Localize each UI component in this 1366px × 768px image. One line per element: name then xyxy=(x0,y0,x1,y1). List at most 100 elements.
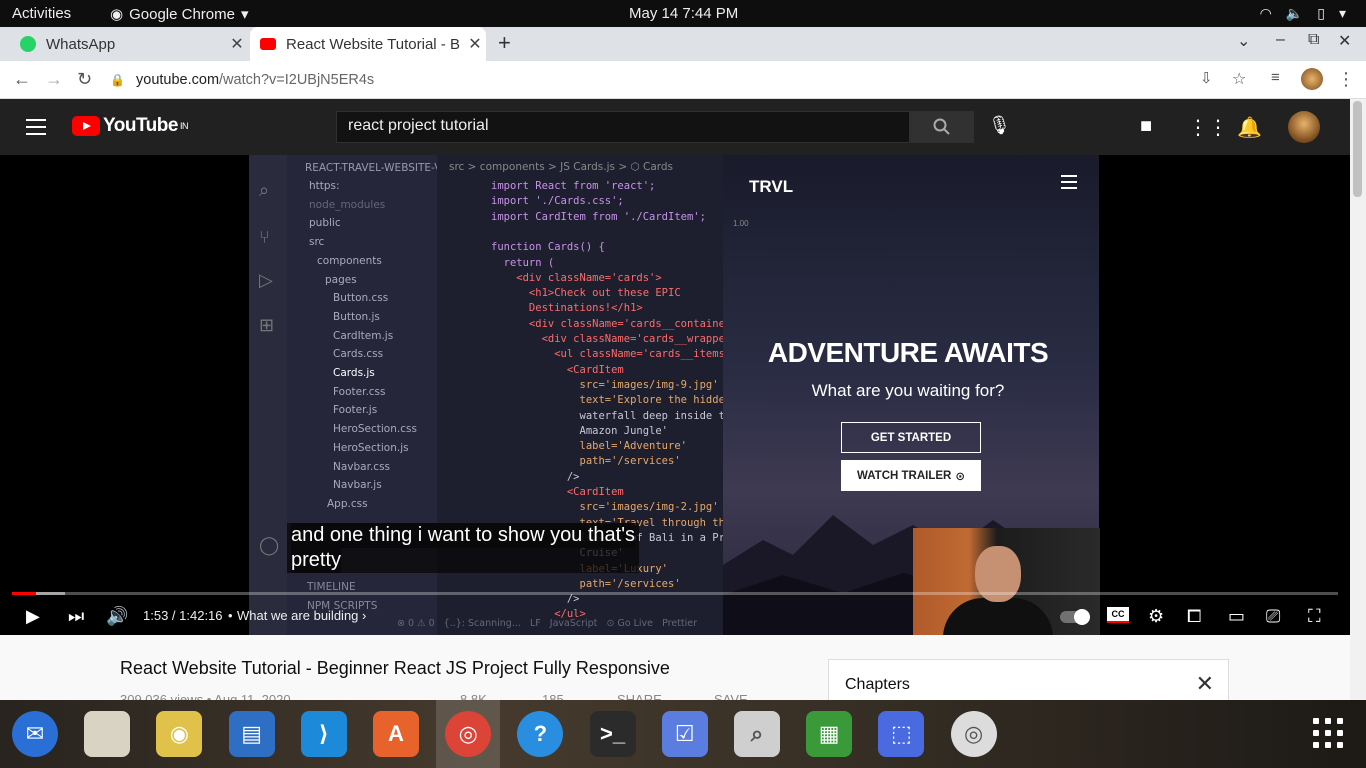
explorer-item: src xyxy=(309,236,325,249)
search-input[interactable]: react project tutorial xyxy=(336,111,910,143)
close-tab-icon[interactable]: ✕ xyxy=(226,34,248,54)
calc-icon[interactable]: ▦ xyxy=(806,711,853,757)
search-icon xyxy=(933,118,950,135)
terminal-icon[interactable]: >_ xyxy=(589,711,636,757)
player-controls: ▶ ⏭ 🔊 1:53 / 1:42:16 • What we are build… xyxy=(0,600,1350,635)
writer-icon[interactable]: ▤ xyxy=(228,711,275,757)
explorer-item: Footer.css xyxy=(333,385,386,398)
chrome-menu-icon[interactable]: ⋮ xyxy=(1337,69,1355,90)
apps-grid-icon[interactable]: ⋮⋮ xyxy=(1188,115,1228,140)
app-menu[interactable]: ◉ Google Chrome ▾ xyxy=(110,5,249,24)
system-tray[interactable]: ◠ 🔈 ▯ ▾ xyxy=(1260,5,1346,22)
screenshot-icon[interactable]: ⬚ xyxy=(878,711,925,757)
profile-avatar[interactable] xyxy=(1301,68,1323,90)
grid-dot xyxy=(1337,718,1343,724)
video-player[interactable]: ⌕ ⑂ ▷ ⊞ ◯ REACT-TRAVEL-WEBSITE-V1 https: n… xyxy=(0,155,1350,635)
tab-youtube[interactable]: React Website Tutorial - B ✕ xyxy=(250,27,486,61)
show-apps-icon[interactable] xyxy=(1313,718,1343,748)
youtube-icon xyxy=(260,38,276,50)
explorer-item: Cards.css xyxy=(333,348,384,361)
theater-mode-icon[interactable]: ▭ xyxy=(1228,606,1245,627)
explorer-item: components xyxy=(317,254,382,267)
fullscreen-icon[interactable]: ⛶ xyxy=(1308,606,1321,627)
get-started-button: GET STARTED xyxy=(841,422,981,453)
progress-bar[interactable] xyxy=(12,592,1338,595)
notifications-bell-icon[interactable]: 🔔 xyxy=(1237,115,1262,140)
thunderbird-icon[interactable]: ✉ xyxy=(12,711,58,757)
region-code: IN xyxy=(179,121,189,131)
search-button[interactable] xyxy=(910,111,974,143)
settings-gear-icon[interactable]: ⚙ xyxy=(1148,606,1164,627)
volume-button[interactable]: 🔊 xyxy=(106,606,128,627)
explorer-item: HeroSection.css xyxy=(333,423,417,436)
grid-dot xyxy=(1337,730,1343,736)
page-scrollbar[interactable] xyxy=(1350,99,1366,700)
code-line: label='Adventure' xyxy=(491,440,687,453)
files-icon[interactable] xyxy=(84,711,131,757)
restore-button[interactable]: ⧉ xyxy=(1308,31,1319,49)
omnibox[interactable]: 🔒 youtube.com/watch?v=I2UBjN5ER4s xyxy=(110,65,1260,95)
vscode-icon[interactable]: ⟩ xyxy=(300,711,347,757)
url-host: youtube.com xyxy=(136,72,220,88)
search-icon: ⌕ xyxy=(259,180,270,200)
software-icon[interactable]: A xyxy=(373,711,419,757)
mic-icon[interactable]: 🎙 xyxy=(988,115,1011,136)
caption-line-2: pretty xyxy=(291,548,342,573)
create-video-icon[interactable]: ■ xyxy=(1140,115,1152,138)
explorer-item: CardItem.js xyxy=(333,329,394,342)
image-viewer-icon[interactable]: ⌕ xyxy=(734,711,780,757)
forward-button[interactable]: → xyxy=(45,69,63,90)
hero-title: ADVENTURE AWAITS xyxy=(767,337,1049,368)
install-icon[interactable]: ⇩ xyxy=(1200,69,1213,87)
tab-whatsapp[interactable]: WhatsApp ✕ xyxy=(10,27,248,61)
new-tab-button[interactable]: + xyxy=(498,30,511,56)
play-button[interactable]: ▶ xyxy=(26,606,40,627)
grid-dot xyxy=(1313,718,1319,724)
menu-icon[interactable] xyxy=(26,119,46,135)
back-button[interactable]: ← xyxy=(13,69,31,90)
tab-search-icon[interactable]: ⌄ xyxy=(1237,31,1250,51)
play-circle-icon: ⊙ xyxy=(955,470,965,483)
miniplayer-icon[interactable]: ⧠ xyxy=(1187,606,1201,627)
cast-icon[interactable]: ⎚ xyxy=(1266,606,1280,627)
system-top-bar: Activities ◉ Google Chrome ▾ May 14 7:44… xyxy=(0,0,1366,27)
chrome-icon[interactable]: ◎ xyxy=(445,711,492,757)
site-menu-icon xyxy=(1061,175,1077,189)
avatar[interactable] xyxy=(1288,111,1320,143)
autoplay-toggle[interactable] xyxy=(1060,609,1090,625)
youtube-logo[interactable]: YouTube IN xyxy=(72,115,188,137)
explorer-item: Cards.js xyxy=(333,367,375,379)
cc-button[interactable]: CC xyxy=(1107,607,1129,623)
close-tab-icon[interactable]: ✕ xyxy=(464,34,486,54)
youtube-play-logo-icon xyxy=(72,116,100,136)
zoom-label: 1.00 xyxy=(733,219,749,228)
explorer-item: HeroSection.js xyxy=(333,441,409,454)
reload-button[interactable]: ↻ xyxy=(77,69,92,90)
chapter-title[interactable]: What we are building › xyxy=(237,608,366,623)
code-line: import CardItem from './CardItem'; xyxy=(491,210,706,223)
tasks-icon[interactable]: ☑ xyxy=(661,711,708,757)
close-window-button[interactable]: ✕ xyxy=(1338,31,1351,51)
explorer-item: node_modules xyxy=(309,198,386,211)
minimize-button[interactable]: ‒ xyxy=(1276,31,1285,49)
code-line: src='images/img-2.jpg' xyxy=(491,501,719,514)
code-line: /> xyxy=(491,470,580,483)
closed-caption: and one thing i want to show you that's … xyxy=(287,523,640,573)
video-info: React Website Tutorial - Beginner React … xyxy=(0,635,1350,709)
bookmark-star-icon[interactable]: ☆ xyxy=(1232,69,1246,89)
close-icon[interactable]: ✕ xyxy=(1196,671,1214,697)
scrollbar-thumb[interactable] xyxy=(1353,101,1362,197)
activities-button[interactable]: Activities xyxy=(12,5,71,22)
code-line: import React from 'react'; xyxy=(491,180,656,192)
youtube-header: YouTube IN react project tutorial 🎙 ■ ⋮⋮… xyxy=(0,99,1350,155)
clock[interactable]: May 14 7:44 PM xyxy=(629,5,738,22)
disc-icon[interactable]: ◎ xyxy=(950,711,997,757)
next-button[interactable]: ⏭ xyxy=(68,606,84,627)
rhythmbox-icon[interactable]: ◉ xyxy=(156,711,203,757)
media-control-icon[interactable]: ≡ xyxy=(1271,69,1280,86)
separator-dot: • xyxy=(228,608,233,623)
explorer-item: Footer.js xyxy=(333,404,378,417)
code-line: text='Explore the hidden xyxy=(491,394,724,407)
caret-down-icon: ▾ xyxy=(240,6,249,23)
chapter-label: What we are building xyxy=(237,608,359,623)
